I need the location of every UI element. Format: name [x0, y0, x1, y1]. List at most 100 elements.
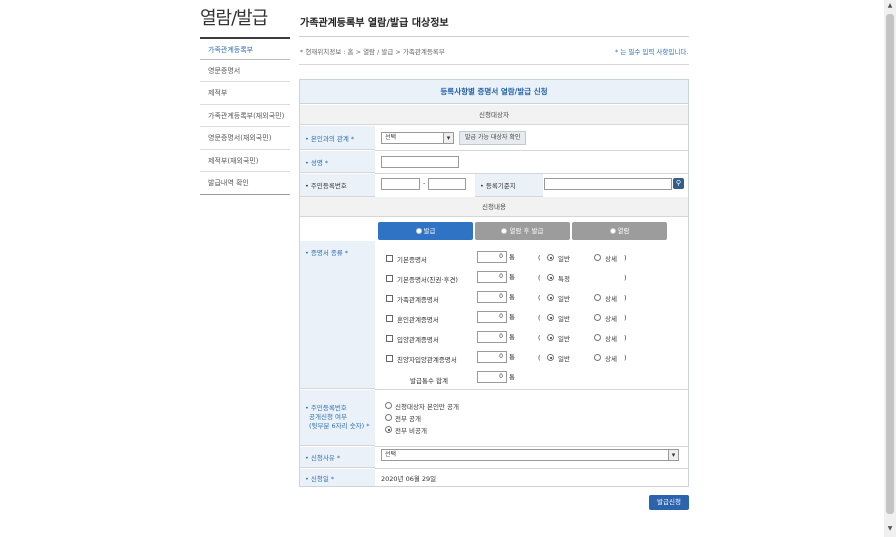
- sidebar-item-family-register-overseas[interactable]: 가족관계등록부(재외국민): [200, 105, 290, 127]
- disclosure-radio-self[interactable]: [385, 402, 392, 409]
- cert-count[interactable]: 0: [477, 331, 507, 343]
- title-divider: [299, 36, 689, 37]
- cert-count[interactable]: 0: [477, 351, 507, 363]
- cert-option2-radio[interactable]: [594, 254, 601, 261]
- cert-option1-radio[interactable]: [547, 314, 554, 321]
- row-divider: [375, 468, 688, 469]
- sidebar-item-family-register[interactable]: 가족관계등록부: [200, 37, 290, 60]
- row-divider: [375, 389, 688, 390]
- tab-view-then-issue[interactable]: 열람 후 발급: [475, 222, 570, 240]
- cert-checkbox[interactable]: [386, 295, 393, 302]
- rrn-back-input[interactable]: [428, 178, 466, 190]
- paren-open: (: [538, 294, 541, 302]
- cert-option1-radio[interactable]: [547, 274, 554, 281]
- cert-count[interactable]: 0: [477, 251, 507, 263]
- reason-label: • 신청사유 *: [300, 447, 375, 468]
- sidebar-item-removal-register-overseas[interactable]: 제적부(재외국민): [200, 150, 290, 172]
- disclosure-label-line2: 공개신청 여부: [309, 413, 347, 421]
- reason-select[interactable]: 선택 ▾: [381, 449, 679, 461]
- sidebar-item-issue-history[interactable]: 발급내역 확인: [200, 172, 290, 195]
- cert-option1-radio[interactable]: [547, 354, 554, 361]
- cert-count[interactable]: 0: [477, 311, 507, 323]
- tab-view-then-issue-label: 열람 후 발급: [509, 227, 544, 235]
- date-value: 2020년 06월 29일: [381, 475, 437, 483]
- chevron-down-icon: ▾: [668, 450, 678, 460]
- rrn-front-input[interactable]: [381, 178, 420, 190]
- cert-option1-label: 일반: [558, 355, 570, 363]
- total-unit: 통: [509, 373, 515, 381]
- cert-option1-label: 일반: [558, 255, 570, 263]
- cert-count[interactable]: 0: [477, 271, 507, 283]
- cert-option2-radio[interactable]: [594, 334, 601, 341]
- relation-label: • 본인과의 관계 *: [300, 126, 375, 150]
- scroll-up-icon[interactable]: ▲: [884, 2, 896, 12]
- disclosure-radio-none[interactable]: [385, 426, 392, 433]
- scrollbar[interactable]: ▲ ▼: [884, 0, 896, 537]
- total-label: 발급통수 합계: [410, 377, 448, 385]
- header-divider: [299, 64, 689, 65]
- cert-checkbox[interactable]: [386, 315, 393, 322]
- cert-option2-label: 상세: [605, 295, 617, 303]
- sidebar-item-english-cert-overseas[interactable]: 영문증명서(재외국민): [200, 127, 290, 150]
- cert-option2-radio[interactable]: [594, 354, 601, 361]
- relation-select[interactable]: 선택 ▾: [381, 132, 454, 144]
- paren-open: (: [538, 254, 541, 262]
- paren-close: ): [624, 294, 627, 302]
- rrn-dash: -: [423, 179, 426, 187]
- disclosure-label: • 주민등록번호 공개신청 여부 (뒷부분 6자리 숫자) *: [300, 390, 375, 446]
- cert-checkbox[interactable]: [386, 335, 393, 342]
- paren-close: ): [624, 274, 627, 282]
- sidebar-item-english-cert[interactable]: 영문증명서: [200, 60, 290, 82]
- cert-checkbox[interactable]: [386, 275, 393, 282]
- applicant-section-header: 신청대상자: [300, 105, 688, 125]
- row-divider: [375, 446, 688, 447]
- cert-option1-radio[interactable]: [547, 254, 554, 261]
- cert-option2-label: 상세: [605, 335, 617, 343]
- cert-option2-label: 상세: [605, 315, 617, 323]
- required-note: * 는 필수 입력 사항입니다.: [615, 48, 689, 56]
- reg-base-input[interactable]: [544, 178, 672, 190]
- search-icon[interactable]: ⚲: [673, 178, 684, 189]
- paren-open: (: [538, 274, 541, 282]
- tab-view[interactable]: 열람: [572, 222, 667, 240]
- row-divider: [375, 150, 688, 151]
- name-input[interactable]: [381, 156, 459, 168]
- check-target-button[interactable]: 발급 가능 대상자 확인: [459, 131, 527, 145]
- cert-option1-label: 일반: [558, 315, 570, 323]
- cert-count[interactable]: 0: [477, 291, 507, 303]
- disclosure-radio-all[interactable]: [385, 414, 392, 421]
- submit-button[interactable]: 발급신청: [649, 495, 689, 510]
- cert-option1-label: 일반: [558, 335, 570, 343]
- paren-open: (: [538, 354, 541, 362]
- scroll-thumb[interactable]: [886, 14, 894, 514]
- cert-name: 기본증명서(친권·후견): [397, 276, 458, 284]
- tab-issue[interactable]: 발급: [378, 222, 473, 240]
- cert-name: 기본증명서: [397, 256, 427, 264]
- breadcrumb: * 현재위치정보 : 홈 > 열람 / 발급 > 가족관계등록부: [300, 48, 445, 56]
- cert-option2-label: 상세: [605, 255, 617, 263]
- disclosure-option-none: 전부 비공개: [395, 427, 427, 435]
- cert-option1-radio[interactable]: [547, 294, 554, 301]
- scroll-down-icon[interactable]: ▼: [884, 525, 896, 535]
- disclosure-option-all: 전부 공개: [395, 415, 421, 423]
- name-label: • 성명 *: [300, 151, 375, 173]
- sidebar-nav: 가족관계등록부 영문증명서 제적부 가족관계등록부(재외국민) 영문증명서(재외…: [200, 37, 290, 195]
- cert-option1-radio[interactable]: [547, 334, 554, 341]
- cert-option2-radio[interactable]: [594, 294, 601, 301]
- rrn-label: • 주민등록번호: [300, 174, 375, 197]
- cert-type-label: • 증명서 종류 *: [300, 241, 375, 389]
- relation-select-value: 선택: [385, 134, 397, 141]
- cert-option2-radio[interactable]: [594, 314, 601, 321]
- cert-option2-label: 상세: [605, 355, 617, 363]
- content-section-header: 신청내용: [300, 197, 688, 217]
- reason-select-value: 선택: [385, 451, 397, 458]
- cert-unit: 통: [509, 333, 515, 341]
- cert-checkbox[interactable]: [386, 355, 393, 362]
- paren-open: (: [538, 334, 541, 342]
- cert-option1-label: 일반: [558, 295, 570, 303]
- sidebar-item-removal-register[interactable]: 제적부: [200, 82, 290, 105]
- cert-checkbox[interactable]: [386, 255, 393, 262]
- cert-name: 혼인관계증명서: [397, 316, 439, 324]
- cert-option1-label: 특정: [558, 275, 570, 283]
- paren-close: ): [624, 314, 627, 322]
